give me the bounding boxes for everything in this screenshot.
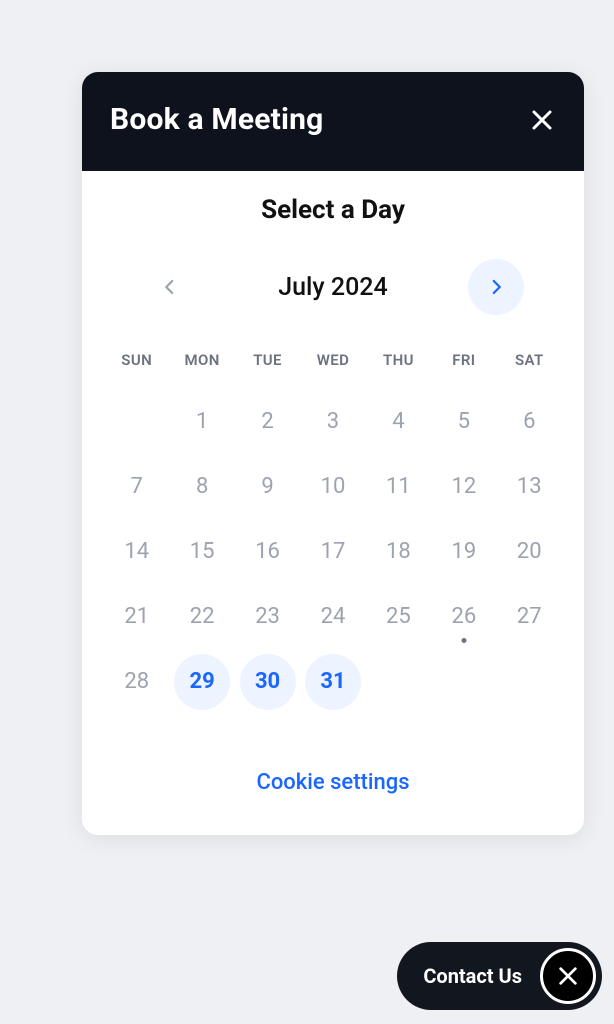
calendar-cell: 25 <box>366 584 431 649</box>
calendar-cell: 3 <box>300 389 365 454</box>
calendar-day-blank <box>436 654 492 710</box>
calendar-cell: 23 <box>235 584 300 649</box>
today-indicator-dot <box>461 638 466 643</box>
calendar-cell: 22 <box>169 584 234 649</box>
calendar-day: 5 <box>436 394 492 450</box>
calendar-cell: 15 <box>169 519 234 584</box>
calendar-day: 25 <box>370 589 426 645</box>
close-icon <box>557 965 579 987</box>
calendar-cell: 12 <box>431 454 496 519</box>
calendar-cell: 8 <box>169 454 234 519</box>
calendar-day: 6 <box>501 394 557 450</box>
day-of-week-header: SUN <box>104 343 169 389</box>
calendar-day: 3 <box>305 394 361 450</box>
calendar-cell: 7 <box>104 454 169 519</box>
select-day-heading: Select a Day <box>104 195 562 225</box>
month-label: July 2024 <box>268 273 398 302</box>
calendar-cell <box>104 389 169 454</box>
calendar-cell: 27 <box>497 584 562 649</box>
calendar-day: 21 <box>109 589 165 645</box>
cookie-bar: Cookie settings <box>104 730 562 825</box>
chevron-left-icon <box>161 278 179 296</box>
calendar-cell <box>366 649 431 714</box>
next-month-button[interactable] <box>468 259 524 315</box>
close-modal-button[interactable] <box>528 106 556 134</box>
calendar-day: 2 <box>240 394 296 450</box>
close-icon <box>530 108 554 132</box>
day-of-week-header: THU <box>366 343 431 389</box>
calendar-day: 1 <box>174 394 230 450</box>
calendar-day: 26 <box>436 589 492 645</box>
calendar-day-blank <box>501 654 557 710</box>
calendar-day: 28 <box>109 654 165 710</box>
calendar-cell: 14 <box>104 519 169 584</box>
calendar-day: 10 <box>305 459 361 515</box>
calendar-cell <box>497 649 562 714</box>
calendar-day: 16 <box>240 524 296 580</box>
calendar-day: 17 <box>305 524 361 580</box>
calendar-day: 13 <box>501 459 557 515</box>
calendar-cell: 6 <box>497 389 562 454</box>
calendar-cell: 21 <box>104 584 169 649</box>
book-meeting-modal: Book a Meeting Select a Day July 2024 SU… <box>82 72 584 835</box>
calendar-day: 20 <box>501 524 557 580</box>
modal-body: Select a Day July 2024 SUNMONTUEWEDTHUFR… <box>82 171 584 835</box>
calendar-cell: 2 <box>235 389 300 454</box>
calendar-day[interactable]: 30 <box>240 654 296 710</box>
month-navigation: July 2024 <box>104 259 562 315</box>
calendar-day[interactable]: 29 <box>174 654 230 710</box>
calendar-day: 22 <box>174 589 230 645</box>
calendar-cell: 13 <box>497 454 562 519</box>
calendar-cell: 1 <box>169 389 234 454</box>
cookie-settings-link[interactable]: Cookie settings <box>256 770 409 795</box>
day-of-week-header: WED <box>300 343 365 389</box>
day-of-week-header: SAT <box>497 343 562 389</box>
calendar-cell: 17 <box>300 519 365 584</box>
calendar-cell: 5 <box>431 389 496 454</box>
contact-us-widget[interactable]: Contact Us <box>397 942 602 1010</box>
calendar-day: 14 <box>109 524 165 580</box>
calendar-cell: 28 <box>104 649 169 714</box>
calendar-cell: 18 <box>366 519 431 584</box>
calendar-cell: 31 <box>300 649 365 714</box>
calendar-day: 24 <box>305 589 361 645</box>
modal-title: Book a Meeting <box>110 102 324 137</box>
calendar-cell: 10 <box>300 454 365 519</box>
calendar-cell: 29 <box>169 649 234 714</box>
calendar-day: 9 <box>240 459 296 515</box>
calendar-day: 4 <box>370 394 426 450</box>
calendar-cell <box>431 649 496 714</box>
calendar-cell: 16 <box>235 519 300 584</box>
day-of-week-header: TUE <box>235 343 300 389</box>
contact-us-label: Contact Us <box>423 964 522 988</box>
contact-close-button[interactable] <box>540 948 596 1004</box>
calendar-day: 27 <box>501 589 557 645</box>
calendar-cell: 26 <box>431 584 496 649</box>
calendar-cell: 30 <box>235 649 300 714</box>
calendar-cell: 9 <box>235 454 300 519</box>
calendar-cell: 20 <box>497 519 562 584</box>
calendar-day: 15 <box>174 524 230 580</box>
calendar-day[interactable]: 31 <box>305 654 361 710</box>
calendar-day: 23 <box>240 589 296 645</box>
calendar-day: 12 <box>436 459 492 515</box>
day-of-week-header: MON <box>169 343 234 389</box>
calendar-day-blank <box>370 654 426 710</box>
calendar-cell: 11 <box>366 454 431 519</box>
day-of-week-header: FRI <box>431 343 496 389</box>
calendar-day: 18 <box>370 524 426 580</box>
calendar-day: 11 <box>370 459 426 515</box>
calendar-cell: 19 <box>431 519 496 584</box>
calendar-day: 7 <box>109 459 165 515</box>
calendar-day: 8 <box>174 459 230 515</box>
calendar-grid: SUNMONTUEWEDTHUFRISAT1234567891011121314… <box>104 343 562 714</box>
modal-header: Book a Meeting <box>82 72 584 171</box>
calendar-day-blank <box>109 394 165 450</box>
prev-month-button[interactable] <box>142 259 198 315</box>
chevron-right-icon <box>487 278 505 296</box>
calendar-day: 19 <box>436 524 492 580</box>
calendar-cell: 4 <box>366 389 431 454</box>
calendar-cell: 24 <box>300 584 365 649</box>
